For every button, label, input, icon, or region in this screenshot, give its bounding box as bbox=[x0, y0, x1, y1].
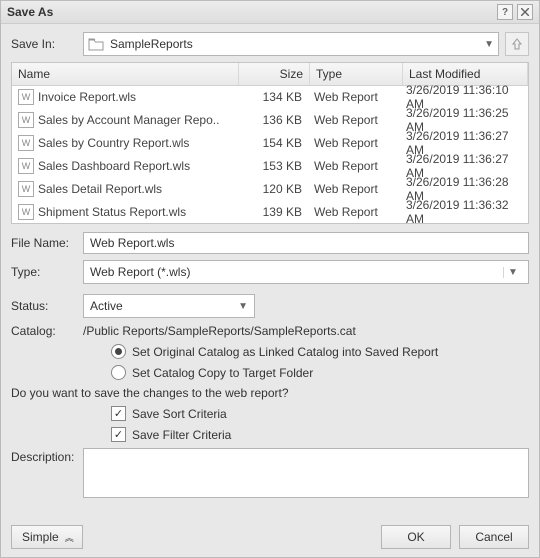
file-date: 3/26/2019 11:36:32 AM bbox=[400, 198, 528, 224]
status-value: Active bbox=[90, 299, 123, 313]
radio-linked-label: Set Original Catalog as Linked Catalog i… bbox=[132, 345, 438, 359]
radio-copy-catalog[interactable]: Set Catalog Copy to Target Folder bbox=[11, 365, 529, 380]
file-type: Web Report bbox=[308, 205, 400, 219]
radio-icon bbox=[111, 365, 126, 380]
file-type: Web Report bbox=[308, 182, 400, 196]
file-type: Web Report bbox=[308, 136, 400, 150]
file-name: Sales by Country Report.wls bbox=[38, 136, 189, 150]
save-as-dialog: Save As ? Save In: SampleReports ▼ bbox=[0, 0, 540, 558]
save-filter-label: Save Filter Criteria bbox=[132, 428, 231, 442]
file-icon: W bbox=[18, 181, 34, 197]
file-icon: W bbox=[18, 204, 34, 220]
save-in-label: Save In: bbox=[11, 37, 83, 51]
ok-button[interactable]: OK bbox=[381, 525, 451, 549]
file-name: Sales by Account Manager Repo.. bbox=[38, 113, 219, 127]
catalog-label: Catalog: bbox=[11, 324, 83, 338]
file-size: 134 KB bbox=[238, 90, 308, 104]
save-sort-label: Save Sort Criteria bbox=[132, 407, 227, 421]
table-row[interactable]: W Shipment Status Report.wls 139 KBWeb Rep… bbox=[12, 201, 528, 224]
titlebar: Save As ? bbox=[1, 1, 539, 24]
file-size: 139 KB bbox=[238, 205, 308, 219]
status-select[interactable]: Active ▼ bbox=[83, 294, 255, 318]
checkbox-icon: ✓ bbox=[111, 406, 126, 421]
up-folder-button[interactable] bbox=[505, 32, 529, 56]
catalog-path: /Public Reports/SampleReports/SampleRepo… bbox=[83, 324, 356, 338]
save-changes-prompt: Do you want to save the changes to the w… bbox=[11, 386, 529, 400]
column-header-date[interactable]: Last Modified bbox=[403, 63, 528, 85]
file-name-label: File Name: bbox=[11, 236, 83, 250]
chevron-down-icon: ▼ bbox=[238, 301, 248, 312]
file-table: Name Size Type Last Modified W Invoice Re… bbox=[11, 62, 529, 224]
close-icon bbox=[521, 8, 529, 16]
close-button[interactable] bbox=[517, 4, 533, 20]
description-label: Description: bbox=[11, 448, 83, 464]
file-name: Sales Detail Report.wls bbox=[38, 182, 162, 196]
up-arrow-icon bbox=[511, 37, 523, 51]
folder-icon bbox=[88, 37, 104, 51]
file-icon: W bbox=[18, 135, 34, 151]
chevron-down-icon: ▼ bbox=[503, 267, 522, 278]
file-name: Invoice Report.wls bbox=[38, 90, 136, 104]
checkbox-save-filter[interactable]: ✓ Save Filter Criteria bbox=[11, 427, 529, 442]
radio-linked-catalog[interactable]: Set Original Catalog as Linked Catalog i… bbox=[11, 344, 529, 359]
file-size: 153 KB bbox=[238, 159, 308, 173]
type-label: Type: bbox=[11, 265, 83, 279]
column-header-name[interactable]: Name bbox=[12, 63, 239, 85]
checkbox-save-sort[interactable]: ✓ Save Sort Criteria bbox=[11, 406, 529, 421]
cancel-button[interactable]: Cancel bbox=[459, 525, 529, 549]
file-icon: W bbox=[18, 158, 34, 174]
file-size: 120 KB bbox=[238, 182, 308, 196]
file-size: 154 KB bbox=[238, 136, 308, 150]
column-header-size[interactable]: Size bbox=[239, 63, 310, 85]
radio-icon bbox=[111, 344, 126, 359]
simple-label: Simple bbox=[22, 530, 59, 544]
chevron-down-icon: ▼ bbox=[484, 39, 494, 50]
file-icon: W bbox=[18, 112, 34, 128]
file-size: 136 KB bbox=[238, 113, 308, 127]
chevron-up-icon: ︽ bbox=[65, 531, 72, 544]
description-input[interactable] bbox=[83, 448, 529, 498]
help-button[interactable]: ? bbox=[497, 4, 513, 20]
file-name: Shipment Status Report.wls bbox=[38, 205, 186, 219]
file-type: Web Report bbox=[308, 113, 400, 127]
file-icon: W bbox=[18, 89, 34, 105]
file-type: Web Report bbox=[308, 159, 400, 173]
file-name-input[interactable] bbox=[83, 232, 529, 254]
simple-button[interactable]: Simple ︽ bbox=[11, 525, 83, 549]
file-name: Sales Dashboard Report.wls bbox=[38, 159, 190, 173]
type-select[interactable]: Web Report (*.wls) ▼ bbox=[83, 260, 529, 284]
dialog-title: Save As bbox=[7, 5, 53, 19]
type-value: Web Report (*.wls) bbox=[90, 265, 190, 279]
save-in-select[interactable]: SampleReports ▼ bbox=[83, 32, 499, 56]
file-type: Web Report bbox=[308, 90, 400, 104]
save-in-value: SampleReports bbox=[110, 37, 193, 51]
status-label: Status: bbox=[11, 299, 83, 313]
radio-copy-label: Set Catalog Copy to Target Folder bbox=[132, 366, 313, 380]
column-header-type[interactable]: Type bbox=[310, 63, 403, 85]
checkbox-icon: ✓ bbox=[111, 427, 126, 442]
